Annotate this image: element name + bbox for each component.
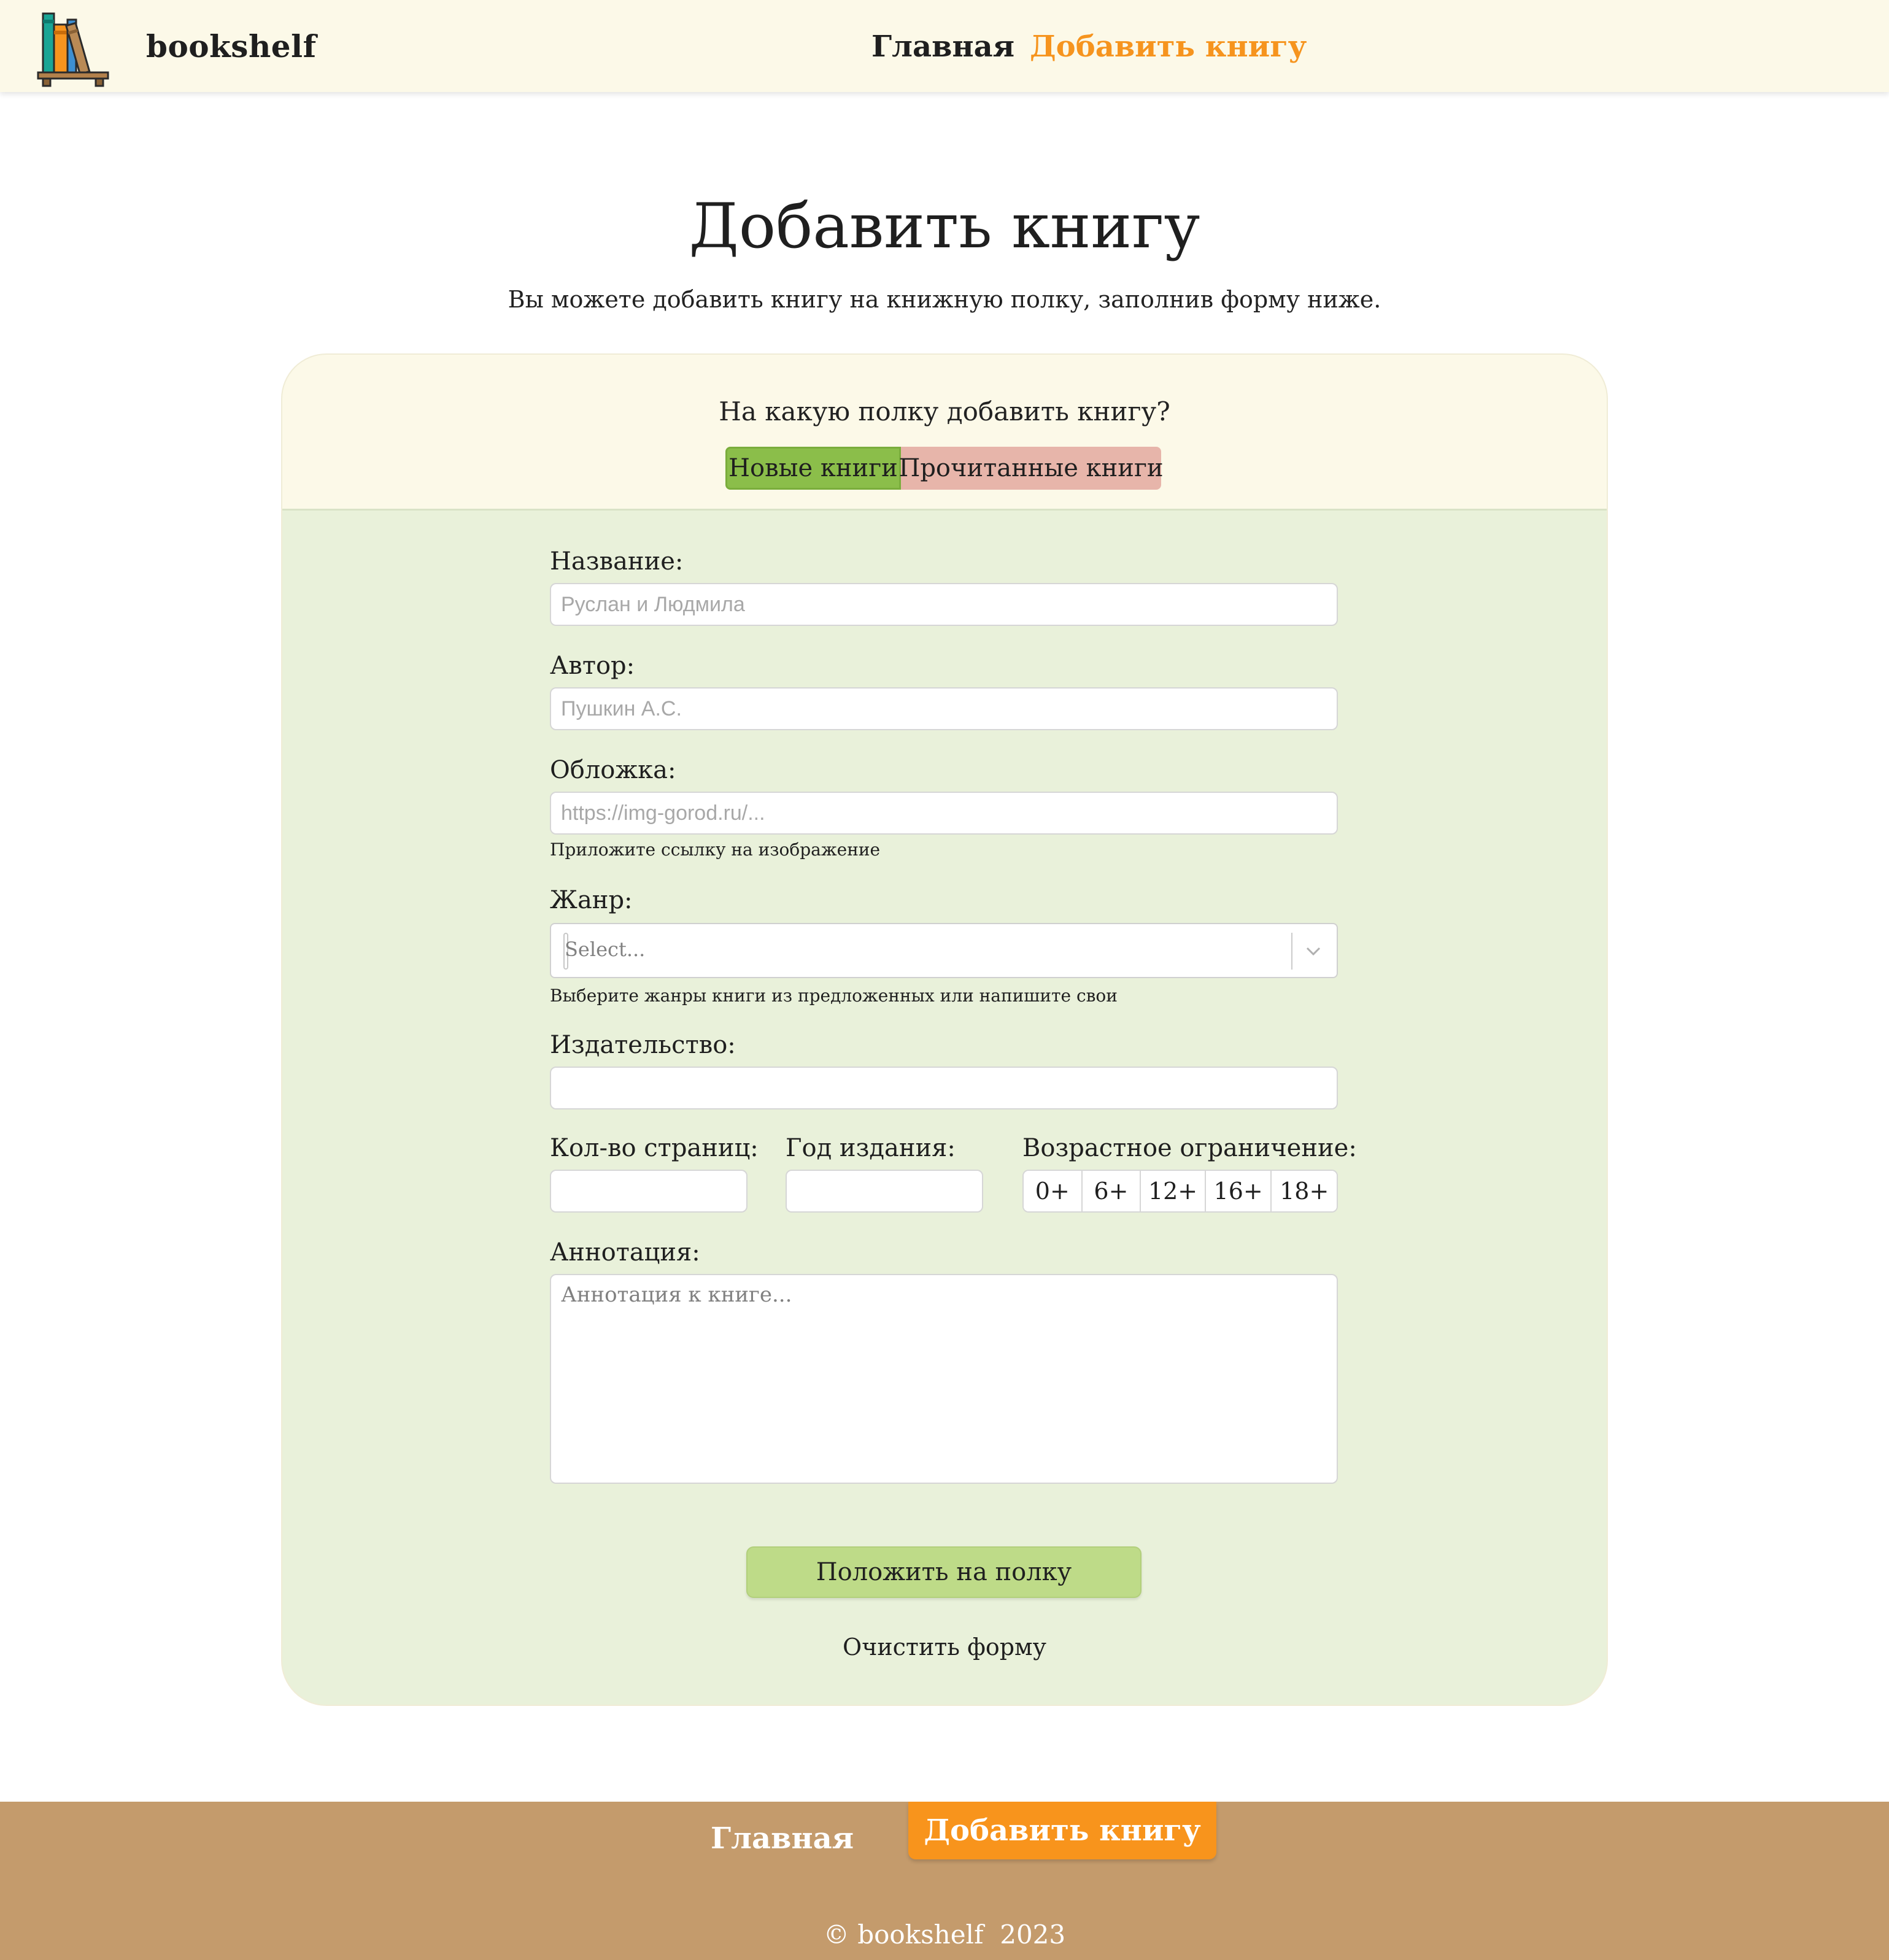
- bookshelf-logo-icon[interactable]: [37, 11, 110, 87]
- page-title: Добавить книгу: [689, 190, 1200, 262]
- clear-form-button[interactable]: Очистить форму: [282, 1634, 1607, 1661]
- footer-home-link[interactable]: Главная: [711, 1821, 854, 1856]
- author-label: Автор:: [550, 652, 635, 680]
- genre-select-placeholder: Select...: [565, 938, 646, 961]
- pages-label: Кол-во страниц:: [550, 1134, 759, 1162]
- age-option-0[interactable]: 0+: [1024, 1171, 1083, 1211]
- year-input[interactable]: [786, 1170, 983, 1213]
- cover-label: Обложка:: [550, 756, 676, 784]
- site-header: bookshelf Главная Добавить книгу: [0, 0, 1889, 92]
- annotation-label: Аннотация:: [550, 1238, 700, 1267]
- title-label: Название:: [550, 547, 684, 576]
- shelf-new-books-button[interactable]: Новые книги: [725, 447, 901, 490]
- nav-home-link[interactable]: Главная: [871, 29, 1014, 64]
- chevron-down-icon[interactable]: [1301, 939, 1326, 963]
- genre-label: Жанр:: [550, 886, 633, 914]
- submit-button[interactable]: Положить на полку: [746, 1546, 1142, 1598]
- shelf-read-books-button[interactable]: Прочитанные книги: [898, 447, 1164, 490]
- shelf-question: На какую полку добавить книгу?: [719, 396, 1170, 426]
- select-separator: [1291, 933, 1292, 970]
- title-input[interactable]: [550, 583, 1338, 626]
- age-option-12[interactable]: 12+: [1141, 1171, 1206, 1211]
- brand-name[interactable]: bookshelf: [146, 28, 317, 64]
- cover-url-input[interactable]: [550, 792, 1338, 835]
- age-option-16[interactable]: 16+: [1205, 1171, 1272, 1211]
- age-label: Возрастное ограничение:: [1022, 1134, 1357, 1162]
- shelf-selector-panel: На какую полку добавить книгу? Новые кни…: [282, 355, 1607, 511]
- footer-add-book-link[interactable]: Добавить книгу: [908, 1802, 1216, 1859]
- add-book-card: На какую полку добавить книгу? Новые кни…: [282, 355, 1607, 1705]
- author-input[interactable]: [550, 687, 1338, 730]
- year-label: Год издания:: [786, 1134, 956, 1162]
- nav-add-book-link[interactable]: Добавить книгу: [1030, 29, 1307, 64]
- publisher-label: Издательство:: [550, 1031, 736, 1059]
- copyright: © bookshelf 2023: [823, 1919, 1066, 1950]
- shelf-toggle: Новые книги Прочитанные книги: [725, 447, 1164, 490]
- page-subtitle: Вы можете добавить книгу на книжную полк…: [508, 286, 1381, 313]
- genre-hint: Выберите жанры книги из предложенных или…: [550, 986, 1118, 1006]
- age-option-6[interactable]: 6+: [1082, 1171, 1142, 1211]
- annotation-textarea[interactable]: [550, 1274, 1338, 1484]
- publisher-input[interactable]: [550, 1067, 1338, 1109]
- age-rating-group: 0+ 6+ 12+ 16+ 18+: [1022, 1170, 1338, 1213]
- pages-input[interactable]: [550, 1170, 747, 1213]
- age-option-18[interactable]: 18+: [1272, 1171, 1337, 1211]
- genre-select[interactable]: Select...: [550, 923, 1338, 978]
- site-footer: Главная Добавить книгу © bookshelf 2023: [0, 1802, 1889, 1960]
- cover-hint: Приложите ссылку на изображение: [550, 839, 881, 860]
